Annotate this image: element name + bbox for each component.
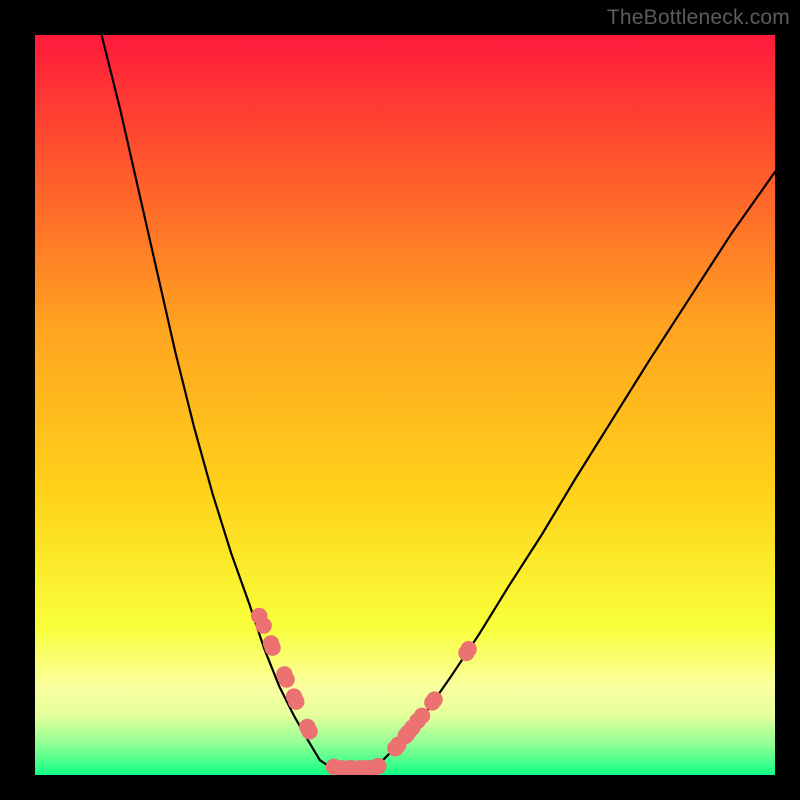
marker-dot — [288, 694, 304, 710]
bottleneck-chart — [35, 35, 775, 775]
marker-dot — [301, 723, 317, 739]
marker-dot — [460, 641, 476, 657]
marker-dot — [370, 758, 386, 774]
marker-dot — [278, 671, 294, 687]
marker-dot — [264, 640, 280, 656]
watermark-text: TheBottleneck.com — [607, 6, 790, 30]
gradient-background — [35, 35, 775, 775]
marker-dot — [426, 691, 442, 707]
marker-dot — [414, 708, 430, 724]
chart-frame: TheBottleneck.com — [0, 0, 800, 800]
plot-area — [35, 35, 775, 775]
marker-dot — [255, 617, 271, 633]
